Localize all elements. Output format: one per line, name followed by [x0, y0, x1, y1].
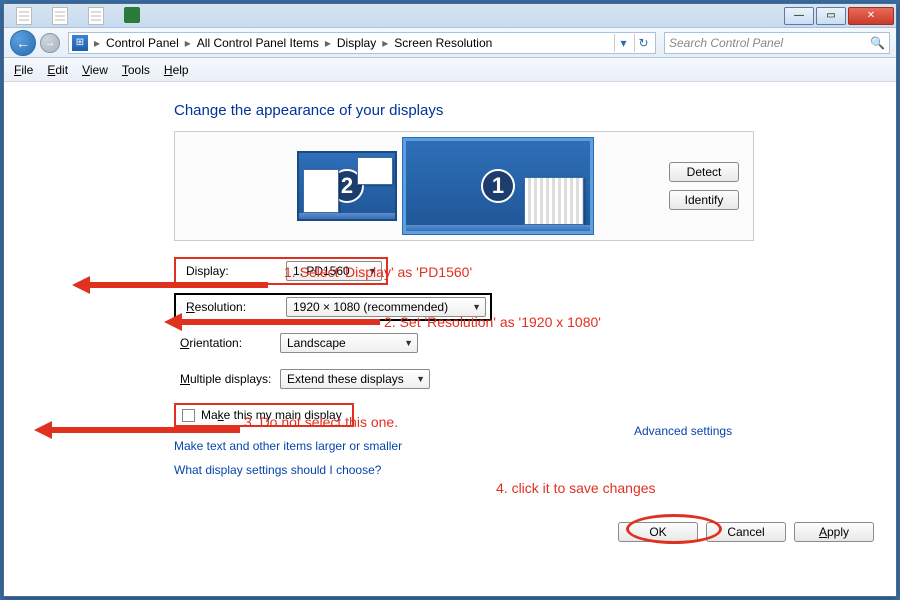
control-panel-icon: ⊞: [72, 35, 88, 51]
orientation-select[interactable]: Landscape ▼: [280, 333, 418, 353]
menu-file[interactable]: File: [14, 63, 33, 77]
annotation-4: 4. click it to save changes: [496, 480, 656, 496]
search-input[interactable]: Search Control Panel 🔍: [664, 32, 890, 54]
maximize-button[interactable]: ▭: [816, 7, 846, 25]
orientation-row: Orientation: Landscape ▼: [174, 331, 896, 355]
multiple-displays-select[interactable]: Extend these displays ▼: [280, 369, 430, 389]
make-main-checkbox[interactable]: [182, 409, 195, 422]
title-doc-icon: [88, 7, 104, 25]
breadcrumb-item[interactable]: All Control Panel Items: [193, 36, 323, 50]
breadcrumb-item[interactable]: Control Panel: [102, 36, 183, 50]
window-icon: [524, 177, 584, 225]
link-larger-text[interactable]: Make text and other items larger or smal…: [174, 439, 896, 453]
back-button[interactable]: ←: [10, 30, 36, 56]
multiple-displays-value: Extend these displays: [287, 372, 404, 386]
titlebar-tabs: [6, 7, 140, 25]
breadcrumb-sep: ▸: [323, 36, 333, 50]
display-label: Display:: [180, 264, 286, 278]
refresh-icon[interactable]: ↻: [634, 34, 652, 52]
apply-button[interactable]: Apply: [794, 522, 874, 542]
monitor-layout-box: 2 1 Detect Identify: [174, 131, 754, 241]
navbar: ← → ⊞ ▸ Control Panel ▸ All Control Pane…: [4, 28, 896, 58]
multiple-displays-label: Multiple displays:: [174, 372, 280, 386]
window-icon: [357, 157, 393, 185]
breadcrumb-sep: ▸: [92, 36, 102, 50]
taskbar-icon: [406, 225, 590, 231]
title-doc-icon: [16, 7, 32, 25]
detect-button[interactable]: Detect: [669, 162, 739, 182]
annotation-2: 2. Set 'Resolution' as '1920 x 1080': [384, 314, 601, 330]
menu-view[interactable]: View: [82, 63, 108, 77]
taskbar-icon: [299, 213, 395, 219]
monitor-1[interactable]: 1: [403, 138, 593, 234]
annotation-oval-apply: [626, 514, 722, 544]
breadcrumb-sep: ▸: [380, 36, 390, 50]
content-pane: Change the appearance of your displays 2…: [4, 82, 896, 596]
link-which-settings[interactable]: What display settings should I choose?: [174, 463, 896, 477]
forward-button[interactable]: →: [40, 33, 60, 53]
search-placeholder: Search Control Panel: [669, 36, 870, 50]
chevron-down-icon: ▼: [396, 338, 413, 348]
display-row: Display: 1. PD1560 ▼: [174, 259, 896, 283]
breadcrumb-sep: ▸: [183, 36, 193, 50]
window-icon: [303, 169, 339, 213]
monitor-layout-area[interactable]: 2 1: [175, 138, 655, 234]
resolution-label: Resolution:: [180, 300, 286, 314]
title-doc-icon: [52, 7, 68, 25]
identify-button[interactable]: Identify: [669, 190, 739, 210]
menu-help[interactable]: Help: [164, 63, 189, 77]
search-icon[interactable]: 🔍: [870, 36, 885, 50]
breadcrumb-item[interactable]: Display: [333, 36, 380, 50]
multiple-displays-row: Multiple displays: Extend these displays…: [174, 367, 896, 391]
monitor-2[interactable]: 2: [297, 151, 397, 221]
title-app-icon: [124, 7, 140, 23]
orientation-label: Orientation:: [174, 336, 280, 350]
help-links: Make text and other items larger or smal…: [174, 439, 896, 477]
chevron-down-icon: ▼: [464, 302, 481, 312]
titlebar: — ▭ ✕: [4, 4, 896, 28]
breadcrumb-item[interactable]: Screen Resolution: [390, 36, 496, 50]
link-advanced-settings[interactable]: Advanced settings: [634, 424, 732, 438]
page-title: Change the appearance of your displays: [174, 102, 896, 119]
menu-edit[interactable]: Edit: [47, 63, 68, 77]
close-button[interactable]: ✕: [848, 7, 894, 25]
breadcrumb-dropdown-icon[interactable]: ▾: [614, 34, 632, 52]
annotation-1: 1. Select 'Display' as 'PD1560': [284, 264, 472, 280]
orientation-value: Landscape: [287, 336, 346, 350]
chevron-down-icon: ▼: [408, 374, 425, 384]
minimize-button[interactable]: —: [784, 7, 814, 25]
menu-tools[interactable]: Tools: [122, 63, 150, 77]
breadcrumb-bar[interactable]: ⊞ ▸ Control Panel ▸ All Control Panel It…: [68, 32, 656, 54]
settings-form: Display: 1. PD1560 ▼ Resolution: 1920 × …: [174, 259, 896, 477]
window-frame: — ▭ ✕ ← → ⊞ ▸ Control Panel ▸ All Contro…: [3, 3, 897, 597]
annotation-3: 3. Do not select this one.: [244, 414, 398, 430]
monitor-badge: 1: [481, 169, 515, 203]
menu-bar: File Edit View Tools Help: [4, 58, 896, 82]
resolution-value: 1920 × 1080 (recommended): [293, 300, 448, 314]
